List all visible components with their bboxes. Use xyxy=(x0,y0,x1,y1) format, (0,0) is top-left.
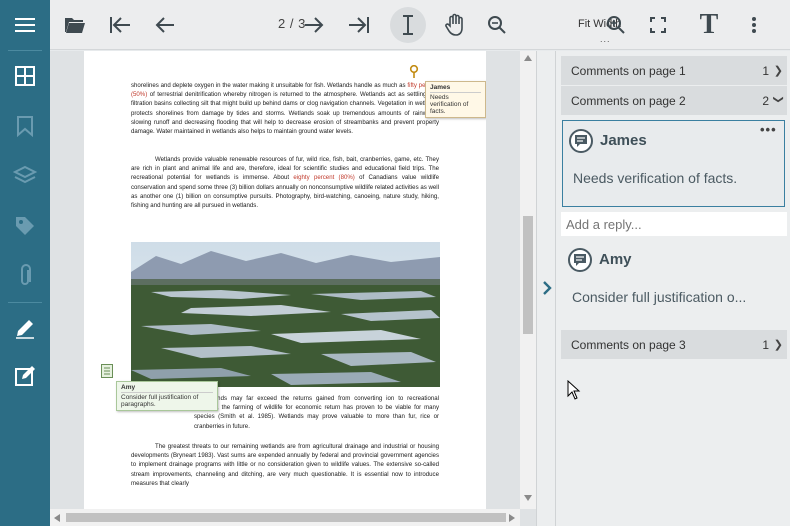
pan-hand-icon[interactable] xyxy=(438,7,474,43)
paragraph-2: Wetlands provide valuable renewable reso… xyxy=(131,156,439,210)
group-label: Comments on page 3 xyxy=(571,338,686,352)
text-tool-icon[interactable]: T xyxy=(691,7,727,43)
comments-group-page-1[interactable]: Comments on page 1 1 ❯ xyxy=(561,56,787,85)
horizontal-scroll-thumb[interactable] xyxy=(66,513,506,522)
paragraph-4: The greatest threats to our remaining we… xyxy=(131,443,439,487)
scroll-right-icon[interactable] xyxy=(509,514,515,522)
comment-author: Amy xyxy=(599,251,632,268)
mouse-cursor-icon xyxy=(567,380,581,400)
text-select-icon[interactable] xyxy=(390,7,426,43)
chevron-right-icon: ❯ xyxy=(773,65,783,77)
comments-group-page-2[interactable]: Comments on page 2 2 ❯ xyxy=(561,86,787,115)
group-count: 1 xyxy=(762,64,769,78)
comment-author: James xyxy=(600,132,647,149)
group-count: 2 xyxy=(762,94,769,108)
last-page-icon[interactable] xyxy=(341,7,377,43)
note-text: Needs verification of facts. xyxy=(430,94,469,115)
comments-panel: Comments on page 1 1 ❯ Comments on page … xyxy=(556,51,790,526)
previous-page-icon[interactable] xyxy=(147,7,183,43)
comment-note-icon[interactable] xyxy=(101,364,113,383)
wetland-photo xyxy=(131,242,440,387)
annotate-icon[interactable] xyxy=(0,308,50,348)
note-pin-icon[interactable] xyxy=(409,64,419,84)
menu-icon[interactable] xyxy=(0,5,50,45)
chevron-down-icon: ❯ xyxy=(772,95,784,104)
zoom-out-icon[interactable] xyxy=(479,7,515,43)
toolbar: 2 / 3 Fit Width ... T xyxy=(50,0,790,50)
group-label: Comments on page 1 xyxy=(571,64,686,78)
comment-avatar-icon xyxy=(568,248,592,272)
panel-splitter[interactable] xyxy=(536,51,556,526)
chevron-right-icon: ❯ xyxy=(773,339,783,351)
bookmark-icon[interactable] xyxy=(0,106,50,146)
more-options-icon[interactable]: ••• xyxy=(760,122,777,137)
paragraph-1: shorelines and deplete oxygen in the wat… xyxy=(131,82,440,136)
group-label: Comments on page 2 xyxy=(571,94,686,108)
thumbnails-icon[interactable] xyxy=(0,56,50,96)
sidebar-divider xyxy=(8,302,42,303)
scroll-up-icon[interactable] xyxy=(524,55,532,61)
comment-avatar-icon xyxy=(569,129,593,153)
more-options-icon[interactable] xyxy=(736,7,772,43)
note-tooltip-james: James Needs verification of facts. xyxy=(425,81,486,118)
edit-icon[interactable] xyxy=(0,356,50,396)
scroll-left-icon[interactable] xyxy=(54,514,60,522)
note-text: Consider full justification of paragraph… xyxy=(121,394,199,408)
note-author: Amy xyxy=(121,384,213,393)
document-viewer[interactable]: shorelines and deplete oxygen in the wat… xyxy=(50,51,536,526)
document-page: shorelines and deplete oxygen in the wat… xyxy=(84,51,486,509)
scroll-down-icon[interactable] xyxy=(524,495,532,501)
zoom-in-icon[interactable] xyxy=(598,7,634,43)
first-page-icon[interactable] xyxy=(102,7,138,43)
open-folder-icon[interactable] xyxy=(57,7,93,43)
note-tooltip-amy: Amy Consider full justification of parag… xyxy=(116,381,218,411)
text-tool-glyph: T xyxy=(699,9,719,40)
paragraph-3: of wetlands may far exceed the returns g… xyxy=(194,395,439,430)
comment-text: Needs verification of facts. xyxy=(573,170,738,186)
note-author: James xyxy=(430,84,481,93)
attachment-icon[interactable] xyxy=(0,256,50,296)
left-sidebar xyxy=(0,0,50,526)
comment-card-james[interactable]: James ••• Needs verification of facts. xyxy=(562,120,785,207)
vertical-scrollbar[interactable] xyxy=(520,51,536,509)
fullscreen-icon[interactable] xyxy=(640,7,676,43)
reply-input[interactable] xyxy=(561,212,787,236)
comment-card-amy[interactable]: Amy Consider full justification o... xyxy=(562,243,785,313)
comment-text: Consider full justification o... xyxy=(572,289,747,305)
next-page-icon[interactable] xyxy=(296,7,332,43)
sidebar-divider xyxy=(8,50,42,51)
comments-group-page-3[interactable]: Comments on page 3 1 ❯ xyxy=(561,330,787,359)
horizontal-scrollbar[interactable] xyxy=(50,509,520,526)
tag-icon[interactable] xyxy=(0,206,50,246)
vertical-scroll-thumb[interactable] xyxy=(523,216,533,334)
chevron-right-icon[interactable] xyxy=(542,281,552,295)
group-count: 1 xyxy=(762,338,769,352)
layers-icon[interactable] xyxy=(0,156,50,196)
